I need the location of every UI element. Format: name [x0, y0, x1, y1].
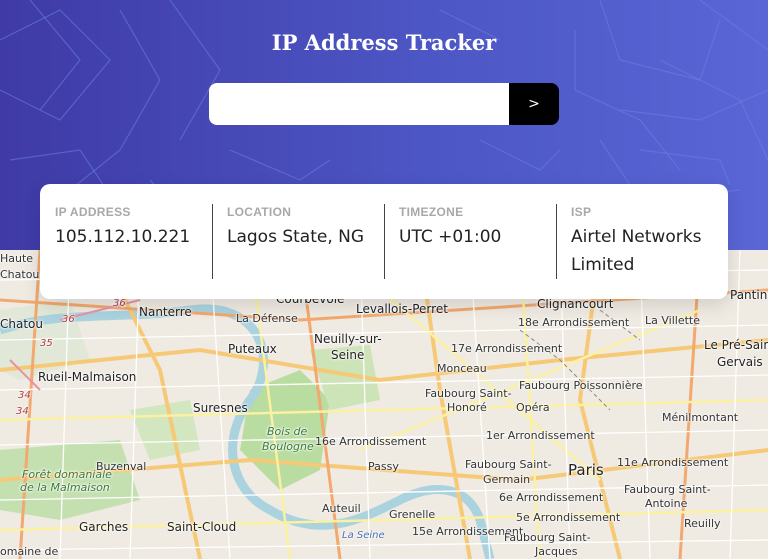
map-label: 16e Arrondissement: [315, 435, 427, 448]
map-label: La Seine: [342, 530, 385, 541]
map-label: Germain: [483, 473, 531, 486]
map-label: Paris: [568, 461, 604, 479]
map-label: de la Malmaison: [20, 481, 110, 494]
map-label: Suresnes: [193, 401, 248, 415]
info-value: Airtel Networks Limited: [571, 227, 702, 275]
map-label: Grenelle: [389, 508, 436, 521]
map-label: 36: [113, 298, 126, 309]
page-title: IP Address Tracker: [271, 30, 497, 55]
info-label: LOCATION: [227, 205, 292, 219]
map-label: 17e Arrondissement: [451, 342, 563, 355]
ip-info-card: IP ADDRESS 105.112.10.221 LOCATION Lagos…: [40, 184, 728, 299]
map-label: Passy: [368, 460, 399, 473]
map-label: Saint-Cloud: [167, 520, 237, 534]
map-label: La Villette: [645, 314, 700, 327]
map-label: Haute: [0, 252, 34, 265]
map-label: Antoine: [645, 497, 688, 510]
map-label: Faubourg Poissonnière: [519, 379, 643, 392]
map-label: Seine: [331, 348, 365, 362]
map-label: Rueil-Malmaison: [38, 370, 137, 384]
map-label: Chatou: [0, 268, 40, 281]
info-value: Lagos State, NG: [227, 227, 365, 247]
map-label: La Défense: [236, 312, 298, 325]
map-label: Boulogne: [262, 440, 314, 453]
map-label: Monceau: [437, 362, 487, 375]
info-ip-address: IP ADDRESS 105.112.10.221: [40, 204, 212, 279]
map-label: Le Pré-Saint-: [704, 338, 768, 352]
map-label: Jacques: [535, 545, 578, 558]
map-label: 11e Arrondissement: [617, 456, 729, 469]
map-label: Garches: [79, 520, 129, 534]
map-label: Neuilly-sur-: [314, 332, 382, 346]
info-label: TIMEZONE: [399, 205, 464, 219]
map-label: Bois de: [267, 425, 308, 438]
map-label: Faubourg Saint-: [465, 458, 552, 471]
ip-search-input[interactable]: [209, 83, 509, 125]
map-label: 34: [16, 406, 29, 417]
map-label: 34: [18, 390, 31, 401]
info-value: UTC +01:00: [399, 227, 502, 247]
map-label: Honoré: [447, 401, 487, 414]
map-label: 36: [62, 314, 75, 325]
info-label: ISP: [571, 205, 592, 219]
map-label: 18e Arrondissement: [518, 316, 630, 329]
map-label: Buzenval: [96, 460, 147, 473]
info-isp: ISP Airtel Networks Limited: [556, 204, 728, 279]
map-label: omaine de: [0, 545, 59, 558]
map-label: Chatou: [0, 317, 43, 331]
map-label: 35: [40, 338, 53, 349]
map-label: 5e Arrondissement: [516, 511, 621, 524]
map-label: Clignancourt: [537, 297, 614, 311]
search-submit-button[interactable]: >: [509, 83, 559, 125]
info-label: IP ADDRESS: [55, 205, 131, 219]
map-label: Puteaux: [228, 342, 277, 356]
map-label: Faubourg Saint-: [425, 387, 512, 400]
map-label: 1er Arrondissement: [486, 429, 595, 442]
map-label: Faubourg Saint-: [624, 483, 711, 496]
info-value: 105.112.10.221: [55, 227, 191, 247]
map-label: Faubourg Saint-: [504, 531, 591, 544]
info-timezone: TIMEZONE UTC +01:00: [384, 204, 556, 279]
map-label: Levallois-Perret: [356, 302, 448, 316]
map-label: Nanterre: [139, 305, 192, 319]
map-label: Gervais: [717, 355, 763, 369]
map-label: Pantin: [730, 288, 768, 302]
map-label: Reuilly: [684, 517, 721, 530]
map-label: Ménilmontant: [662, 411, 739, 424]
map-label: Auteuil: [322, 502, 361, 515]
info-location: LOCATION Lagos State, NG: [212, 204, 384, 279]
search-bar: >: [209, 83, 559, 125]
map-label: Opéra: [516, 401, 550, 414]
map-label: 6e Arrondissement: [499, 491, 604, 504]
